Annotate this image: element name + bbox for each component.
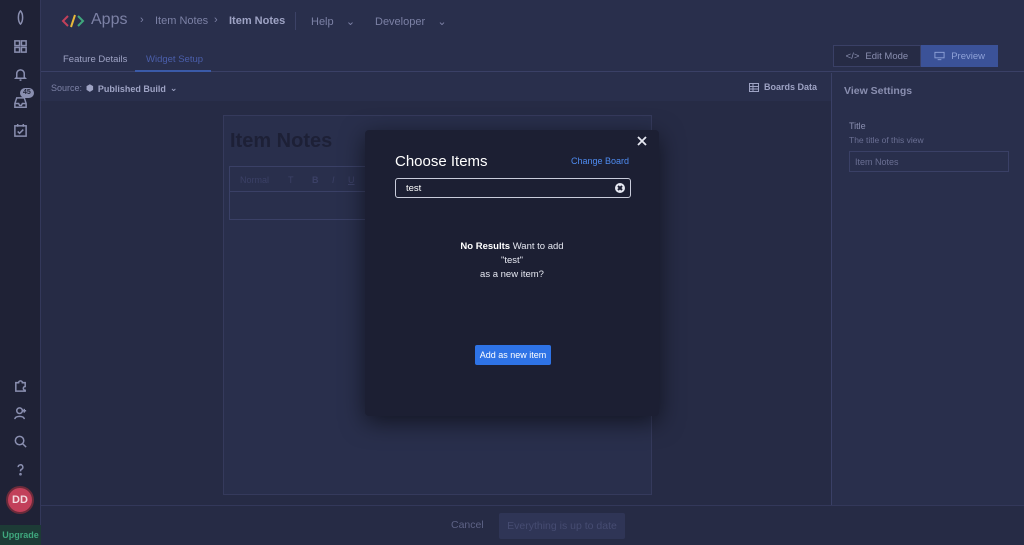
bell-icon[interactable] bbox=[11, 65, 29, 83]
bottom-bar: Cancel Everything is up to date bbox=[41, 505, 1024, 545]
tab-feature-details[interactable]: Feature Details bbox=[63, 54, 127, 65]
boards-data-label: Boards Data bbox=[763, 82, 817, 92]
search-term: "test" bbox=[500, 255, 524, 266]
title-field[interactable]: Item Notes bbox=[849, 151, 1009, 172]
change-board-link[interactable]: Change Board bbox=[571, 156, 629, 166]
calendar-check-icon[interactable] bbox=[11, 121, 29, 139]
chevron-down-icon: ⌄ bbox=[345, 16, 356, 28]
format-underline[interactable]: U bbox=[348, 175, 355, 185]
edit-mode-button[interactable]: </> Edit Mode bbox=[832, 45, 922, 67]
breadcrumb-app[interactable]: Item Notes bbox=[155, 15, 208, 27]
no-results-message: No Results Want to add "test" as a new i… bbox=[365, 240, 659, 282]
upgrade-button[interactable]: Upgrade bbox=[0, 525, 41, 545]
search-box bbox=[395, 178, 631, 198]
search-input[interactable] bbox=[406, 179, 606, 197]
preview-label: Preview bbox=[951, 50, 985, 62]
source-value: Published Build bbox=[97, 83, 166, 94]
help-menu[interactable]: Help ⌄ bbox=[311, 15, 355, 28]
code-icon bbox=[61, 14, 85, 28]
format-bold[interactable]: B bbox=[312, 175, 319, 185]
no-results-title: No Results bbox=[460, 241, 511, 252]
source-label: Source: bbox=[51, 83, 83, 93]
edit-mode-label: Edit Mode bbox=[865, 50, 909, 62]
format-size[interactable]: T bbox=[288, 175, 294, 185]
mode-toggle: </> Edit Mode Preview bbox=[832, 45, 998, 67]
left-rail: 45 DD Upgrade bbox=[0, 0, 41, 545]
breadcrumb-feature[interactable]: Item Notes bbox=[229, 15, 285, 27]
help-menu-label: Help bbox=[311, 16, 334, 28]
add-user-icon[interactable] bbox=[11, 404, 29, 422]
developer-menu-label: Developer bbox=[375, 16, 426, 28]
close-icon bbox=[617, 185, 623, 191]
chevron-down-icon: ⌄ bbox=[169, 83, 178, 93]
table-icon bbox=[748, 82, 759, 92]
feature-tabs: Feature Details Widget Setup </> Edit Mo… bbox=[41, 42, 1024, 72]
no-results-text: Want to add bbox=[512, 241, 564, 252]
title-field-help: The title of this view bbox=[849, 135, 924, 145]
choose-items-modal: Choose Items Change Board No Results Wan… bbox=[365, 130, 659, 416]
grid-icon[interactable] bbox=[11, 37, 29, 55]
source-select[interactable]: ⬢ Published Build ⌄ bbox=[86, 83, 177, 94]
tab-widget-setup[interactable]: Widget Setup bbox=[146, 54, 203, 65]
view-settings-title: View Settings bbox=[844, 85, 913, 97]
source-bar: Source: ⬢ Published Build ⌄ Boards Data bbox=[41, 73, 831, 101]
app-title[interactable]: Apps bbox=[91, 11, 127, 29]
view-settings-panel: View Settings Title The title of this vi… bbox=[831, 73, 1024, 505]
title-field-label: Title bbox=[849, 121, 866, 131]
cancel-button[interactable]: Cancel bbox=[451, 519, 484, 531]
widget-title: Item Notes bbox=[230, 130, 333, 152]
format-italic[interactable]: I bbox=[332, 175, 335, 185]
chevron-right-icon: › bbox=[214, 14, 218, 26]
code-icon: </> bbox=[845, 50, 860, 62]
active-tab-indicator bbox=[135, 70, 211, 72]
boards-data-button[interactable]: Boards Data bbox=[748, 82, 817, 92]
search-icon[interactable] bbox=[11, 432, 29, 450]
help-icon[interactable] bbox=[11, 460, 29, 478]
modal-title: Choose Items bbox=[395, 153, 488, 170]
no-results-suffix: as a new item? bbox=[480, 269, 544, 280]
monday-logo-icon[interactable] bbox=[11, 8, 29, 26]
chevron-right-icon: › bbox=[140, 14, 144, 26]
developer-menu[interactable]: Developer ⌄ bbox=[375, 15, 447, 28]
avatar[interactable]: DD bbox=[6, 486, 34, 514]
close-icon bbox=[637, 136, 647, 146]
top-bar: Apps › Item Notes › Item Notes Help ⌄ De… bbox=[41, 0, 1024, 42]
puzzle-icon[interactable] bbox=[11, 376, 29, 394]
monitor-icon bbox=[934, 51, 945, 61]
cube-icon: ⬢ bbox=[86, 83, 94, 93]
add-as-new-item-button[interactable]: Add as new item bbox=[475, 345, 551, 365]
close-button[interactable] bbox=[637, 136, 651, 150]
inbox-badge: 45 bbox=[20, 88, 34, 98]
clear-search-icon[interactable] bbox=[615, 183, 625, 193]
save-status-button[interactable]: Everything is up to date bbox=[499, 513, 625, 539]
preview-button[interactable]: Preview bbox=[921, 45, 998, 67]
divider bbox=[295, 12, 296, 30]
format-normal[interactable]: Normal bbox=[240, 175, 269, 185]
chevron-down-icon: ⌄ bbox=[437, 16, 447, 28]
